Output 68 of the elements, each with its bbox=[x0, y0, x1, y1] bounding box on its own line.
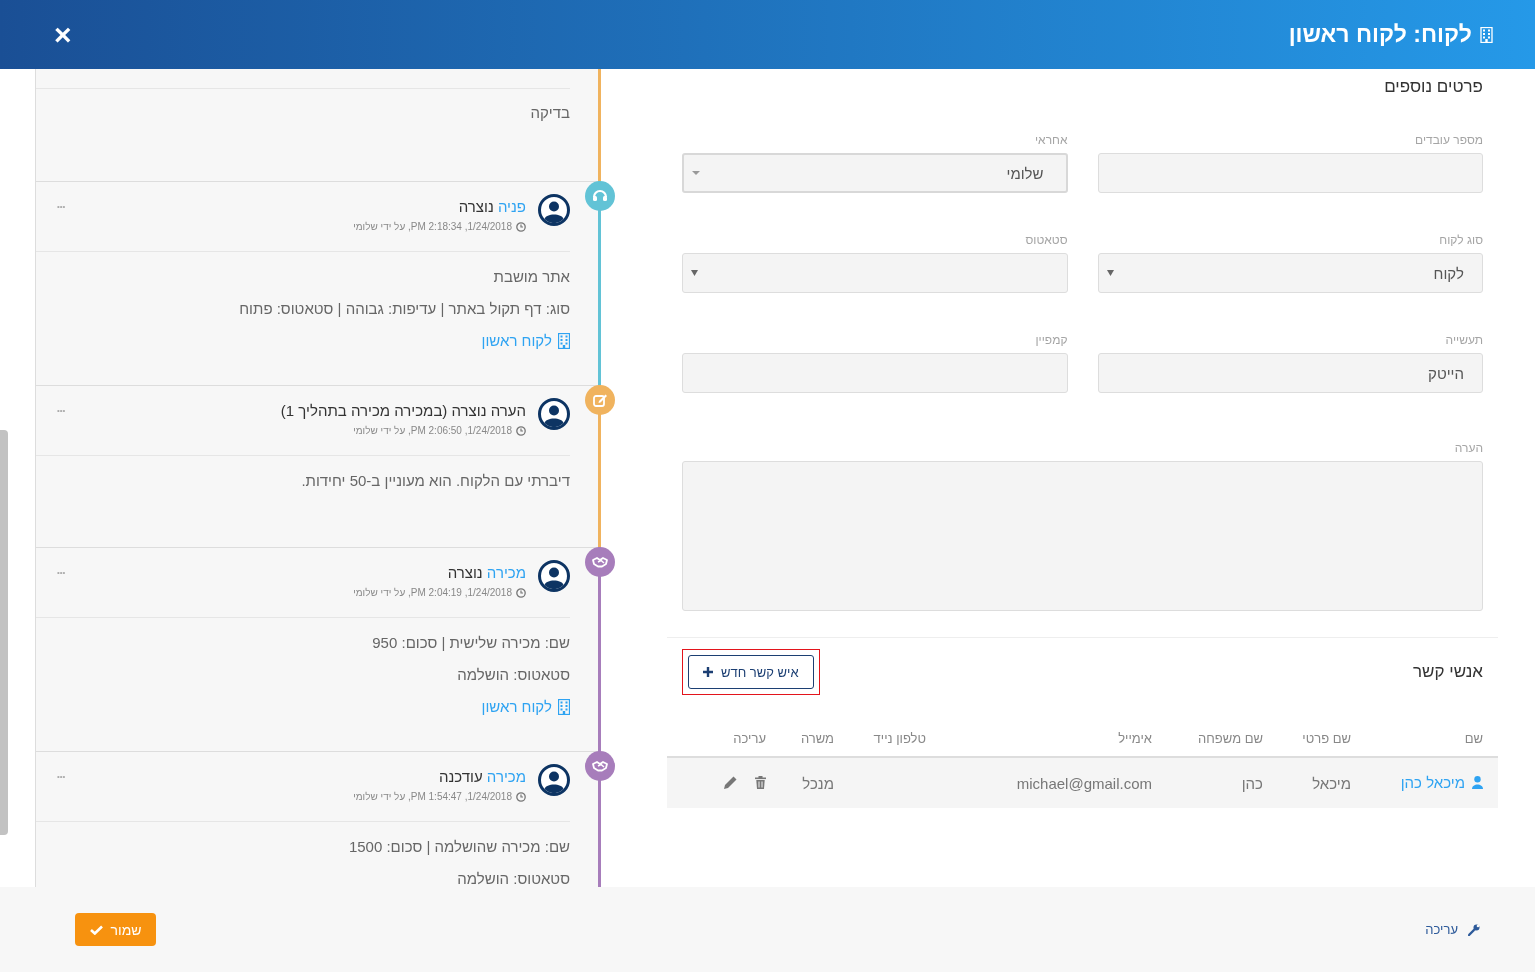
table-cell: כהן bbox=[1167, 757, 1278, 808]
entry-timestamp: 1/24/2018, 1:54:47 PM, על ידי שלומי bbox=[353, 791, 512, 802]
section-title: פרטים נוספים bbox=[1383, 77, 1484, 97]
clock-icon bbox=[516, 425, 526, 436]
building-icon bbox=[1480, 26, 1493, 43]
trash-icon[interactable] bbox=[755, 775, 766, 789]
clock-icon bbox=[516, 791, 526, 802]
input-field[interactable]: הייטק bbox=[1097, 353, 1483, 393]
entry-text: שם: מכירה שהושלמה | סכום: 1500 bbox=[347, 837, 570, 857]
entry-text: דיברתי עם הלקוח. הוא מעוניין ב-50 יחידות. bbox=[300, 471, 570, 491]
entry-text: סוג: דף תקול באתר | עדיפות: גבוהה | סטאטוס: פתוח bbox=[238, 299, 570, 319]
field-label: אחראי bbox=[1034, 133, 1068, 147]
window-title: לקוח: לקוח ראשון bbox=[1288, 21, 1472, 48]
field-label: מספר עובדים bbox=[1414, 133, 1483, 147]
clock-icon bbox=[516, 587, 526, 598]
table-cell: michael@gmail.com bbox=[941, 757, 1167, 808]
select-field[interactable] bbox=[682, 253, 1068, 293]
note-textarea[interactable] bbox=[682, 461, 1483, 611]
plus-icon bbox=[703, 667, 713, 677]
scrollbar-thumb[interactable] bbox=[0, 430, 8, 835]
avatar-icon bbox=[538, 398, 570, 430]
entry-timestamp: 1/24/2018, 2:06:50 PM, על ידי שלומי bbox=[353, 425, 512, 436]
more-button[interactable]: ••• bbox=[51, 398, 72, 416]
more-button[interactable]: ••• bbox=[51, 764, 72, 782]
caret-icon bbox=[1106, 270, 1114, 276]
more-button[interactable]: ••• bbox=[51, 194, 72, 212]
avatar-icon bbox=[538, 194, 570, 226]
entry-title: מכירה נוצרה bbox=[446, 564, 526, 581]
entry-title: מכירה עודכנה bbox=[437, 768, 526, 785]
section-title: אנשי קשר bbox=[1412, 662, 1483, 682]
caret-icon bbox=[692, 170, 700, 176]
entry-timestamp: 1/24/2018, 2:04:19 PM, על ידי שלומי bbox=[353, 587, 512, 598]
input-field[interactable] bbox=[1097, 153, 1483, 193]
customer-link[interactable]: לקוח ראשון bbox=[481, 691, 570, 723]
table-cell: מיכאל bbox=[1278, 757, 1366, 808]
entry-text: סטאטוס: הושלמה bbox=[456, 665, 570, 685]
entry-title: פניה נוצרה bbox=[457, 198, 526, 215]
clock-icon bbox=[516, 221, 526, 232]
building-icon bbox=[558, 699, 570, 715]
add-contact-button[interactable]: איש קשר חדש bbox=[688, 655, 814, 689]
avatar-icon bbox=[538, 560, 570, 592]
entry-text: בדיקה bbox=[529, 103, 570, 123]
close-button[interactable]: × bbox=[50, 19, 76, 50]
edit-link[interactable]: עריכה bbox=[1425, 922, 1480, 937]
field-label: הערה bbox=[1453, 441, 1483, 455]
building-icon bbox=[558, 333, 570, 349]
table-cell: מנכל bbox=[781, 757, 849, 808]
field-label: סוג לקוח bbox=[1438, 233, 1483, 247]
person-icon bbox=[1472, 776, 1483, 789]
customer-link[interactable]: לקוח ראשון bbox=[481, 325, 570, 357]
field-label: קמפיין bbox=[1034, 333, 1068, 347]
entry-title: הערה נוצרה (במכירה מכירה בתהליך 1) bbox=[279, 402, 526, 419]
pencil-icon[interactable] bbox=[724, 775, 737, 789]
entry-text: סטאטוס: הושלמה bbox=[456, 869, 570, 887]
field-label: סטאטוס bbox=[1024, 233, 1068, 247]
select-field[interactable]: לקוח bbox=[1097, 253, 1483, 293]
wrench-icon bbox=[1468, 923, 1480, 936]
select-field[interactable]: שלומי bbox=[682, 153, 1068, 193]
entry-text: שם: מכירה שלישית | סכום: 950 bbox=[371, 633, 570, 653]
input-field[interactable] bbox=[682, 353, 1068, 393]
caret-icon bbox=[691, 270, 698, 276]
field-label: תעשייה bbox=[1444, 333, 1483, 347]
check-icon bbox=[89, 924, 103, 935]
avatar-icon bbox=[538, 764, 570, 796]
save-button[interactable]: שמור bbox=[75, 913, 156, 946]
entry-timestamp: 1/24/2018, 2:18:34 PM, על ידי שלומי bbox=[353, 221, 512, 232]
more-button[interactable]: ••• bbox=[51, 560, 72, 578]
entry-text: אתר מושבת bbox=[492, 267, 570, 287]
